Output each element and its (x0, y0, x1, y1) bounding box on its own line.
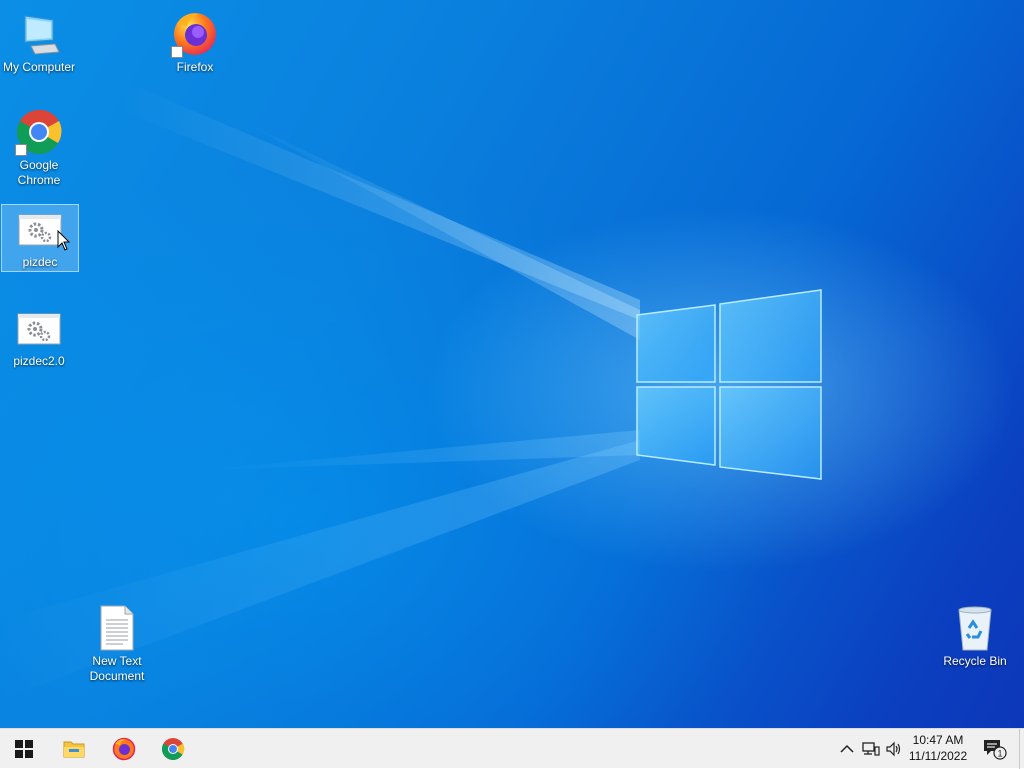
desktop-icon-label: Recycle Bin (943, 654, 1007, 668)
network-icon (862, 742, 880, 756)
firefox-icon (112, 737, 136, 761)
desktop-icon-label: Firefox (176, 60, 214, 74)
volume-tray-button[interactable] (883, 737, 905, 761)
desktop-icon-label: Google Chrome (17, 158, 61, 187)
desktop-icon-my-computer[interactable]: My Computer (0, 6, 78, 75)
show-desktop-button[interactable] (1019, 729, 1024, 769)
computer-icon (15, 10, 63, 58)
chrome-icon (162, 738, 185, 760)
notification-icon: 1 (984, 740, 1007, 760)
action-center-button[interactable]: 1 (980, 737, 1010, 761)
windows-start-icon (15, 740, 33, 758)
start-button[interactable] (0, 729, 48, 769)
chevron-up-icon (840, 744, 854, 753)
text-document-icon (93, 604, 141, 652)
desktop-icon-label: pizdec (22, 255, 58, 269)
desktop-icon-label: pizdec2.0 (13, 354, 65, 368)
desktop-icon-new-text-document[interactable]: New Text Document (78, 600, 156, 684)
mouse-cursor-icon (57, 230, 71, 251)
notification-count: 1 (997, 749, 1002, 759)
desktop-icon-label: My Computer (2, 60, 76, 74)
desktop-icon-recycle-bin[interactable]: Recycle Bin (936, 600, 1014, 669)
taskbar: 10:47 AM 11/11/2022 1 (0, 728, 1024, 769)
application-gears-icon (15, 308, 63, 352)
desktop-background: My Computer Firefox Google Chrome pizdec… (0, 0, 1024, 728)
volume-icon (886, 741, 901, 757)
clock-date: 11/11/2022 (908, 749, 968, 763)
desktop-icon-pizdec2[interactable]: pizdec2.0 (0, 304, 78, 369)
clock-time: 10:47 AM (912, 733, 964, 747)
windows-logo-wallpaper (636, 289, 822, 480)
taskbar-clock[interactable]: 10:47 AM 11/11/2022 (904, 732, 972, 764)
desktop-icon-firefox[interactable]: Firefox (156, 6, 234, 75)
show-hidden-icons-chevron[interactable] (836, 737, 858, 761)
network-tray-button[interactable] (860, 737, 882, 761)
firefox-icon (171, 10, 219, 58)
folder-icon (63, 741, 85, 758)
taskbar-file-explorer-button[interactable] (50, 729, 98, 769)
recycle-bin-icon (951, 604, 999, 652)
taskbar-chrome-button[interactable] (149, 729, 197, 769)
desktop-icon-google-chrome[interactable]: Google Chrome (0, 104, 78, 188)
taskbar-firefox-button[interactable] (100, 729, 148, 769)
chrome-icon (15, 108, 63, 156)
shortcut-arrow-icon (15, 144, 27, 156)
desktop-icon-label: New Text Document (89, 654, 145, 683)
shortcut-arrow-icon (171, 46, 183, 58)
